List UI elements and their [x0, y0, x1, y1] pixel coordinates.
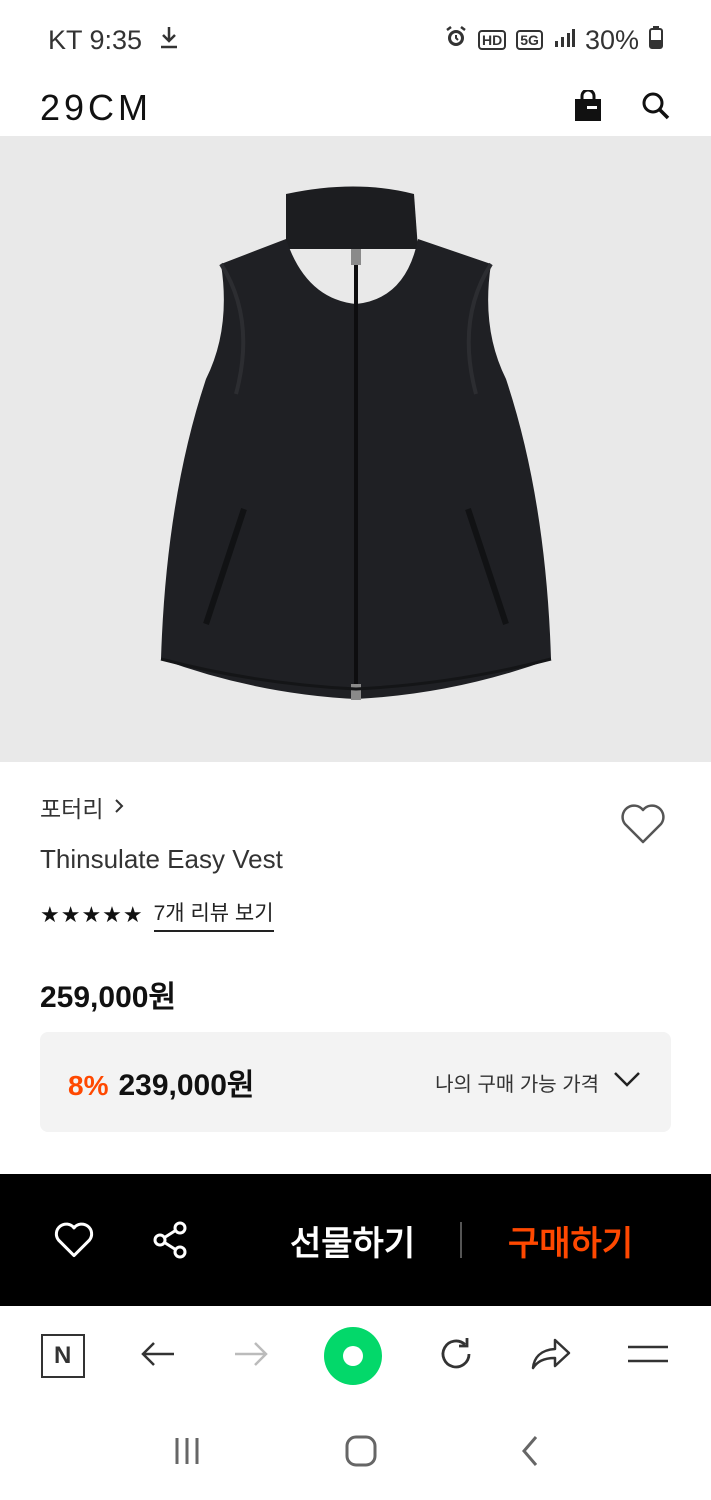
action-divider: [460, 1222, 462, 1258]
android-nav-bar: [0, 1406, 711, 1500]
header-icons: [573, 88, 671, 127]
share-icon: [153, 1221, 187, 1259]
sale-price: 239,000원: [118, 1069, 255, 1102]
share-arrow-icon[interactable]: [529, 1336, 573, 1377]
naver-home-button[interactable]: N: [40, 1334, 85, 1378]
refresh-icon[interactable]: [436, 1334, 476, 1379]
sale-price-group: 8% 239,000원: [68, 1060, 255, 1104]
network-5g-icon: 5G: [516, 30, 543, 50]
hd-icon: HD: [478, 30, 507, 50]
my-price-box[interactable]: 8% 239,000원 나의 구매 가능 가격: [40, 1032, 671, 1132]
vest-illustration: [160, 186, 551, 700]
product-info: 포터리 Thinsulate Easy Vest ★★★★★ 7개 리뷰 보기 …: [40, 790, 671, 1016]
brand-link[interactable]: 포터리: [40, 790, 671, 824]
my-price-toggle[interactable]: 나의 구매 가능 가격: [435, 1068, 641, 1097]
alarm-icon: [444, 25, 468, 56]
back-arrow-icon[interactable]: [138, 1339, 178, 1374]
browser-toolbar: N: [0, 1306, 711, 1406]
heart-icon: [54, 1222, 94, 1258]
product-image[interactable]: [0, 136, 711, 762]
green-dot-button[interactable]: [324, 1327, 383, 1385]
search-icon[interactable]: [641, 91, 671, 126]
nav-back-icon[interactable]: [519, 1434, 541, 1473]
menu-icon[interactable]: [626, 1342, 670, 1371]
forward-arrow-icon[interactable]: [231, 1339, 271, 1374]
status-bar-right: HD 5G 30%: [444, 25, 663, 56]
site-header: 29CM: [0, 80, 711, 136]
signal-icon: [553, 25, 575, 56]
wishlist-button[interactable]: [26, 1221, 122, 1259]
discount-rate: 8%: [68, 1070, 109, 1101]
product-title: Thinsulate Easy Vest: [40, 844, 283, 874]
shopping-bag-icon[interactable]: [573, 88, 603, 127]
home-icon[interactable]: [344, 1434, 378, 1473]
recent-apps-icon[interactable]: [171, 1435, 203, 1472]
original-price: 259,000원: [40, 981, 177, 1014]
rating-stars: ★★★★★: [40, 901, 144, 927]
like-button[interactable]: [619, 802, 667, 851]
share-button[interactable]: [122, 1220, 218, 1260]
chevron-right-icon: [113, 794, 125, 821]
carrier-time: KT 9:35: [48, 24, 143, 55]
purchase-action-bar: 선물하기 구매하기: [0, 1174, 711, 1306]
chevron-down-icon: [613, 1070, 641, 1094]
status-bar-left: KT 9:35: [48, 25, 180, 56]
review-link[interactable]: 7개 리뷰 보기: [153, 897, 274, 932]
my-price-label: 나의 구매 가능 가격: [435, 1073, 599, 1096]
status-bar: KT 9:35 HD 5G 30%: [0, 0, 711, 80]
gift-button[interactable]: 선물하기: [290, 1174, 415, 1306]
battery-text: 30%: [584, 24, 639, 55]
battery-icon: [649, 25, 663, 56]
download-icon: [158, 25, 180, 56]
green-dot-inner: [343, 1346, 364, 1366]
rating-row: ★★★★★ 7개 리뷰 보기: [40, 897, 671, 932]
logo[interactable]: 29CM: [40, 87, 152, 129]
buy-button[interactable]: 구매하기: [508, 1174, 633, 1306]
heart-icon: [621, 804, 665, 844]
brand-name: 포터리: [40, 796, 104, 822]
